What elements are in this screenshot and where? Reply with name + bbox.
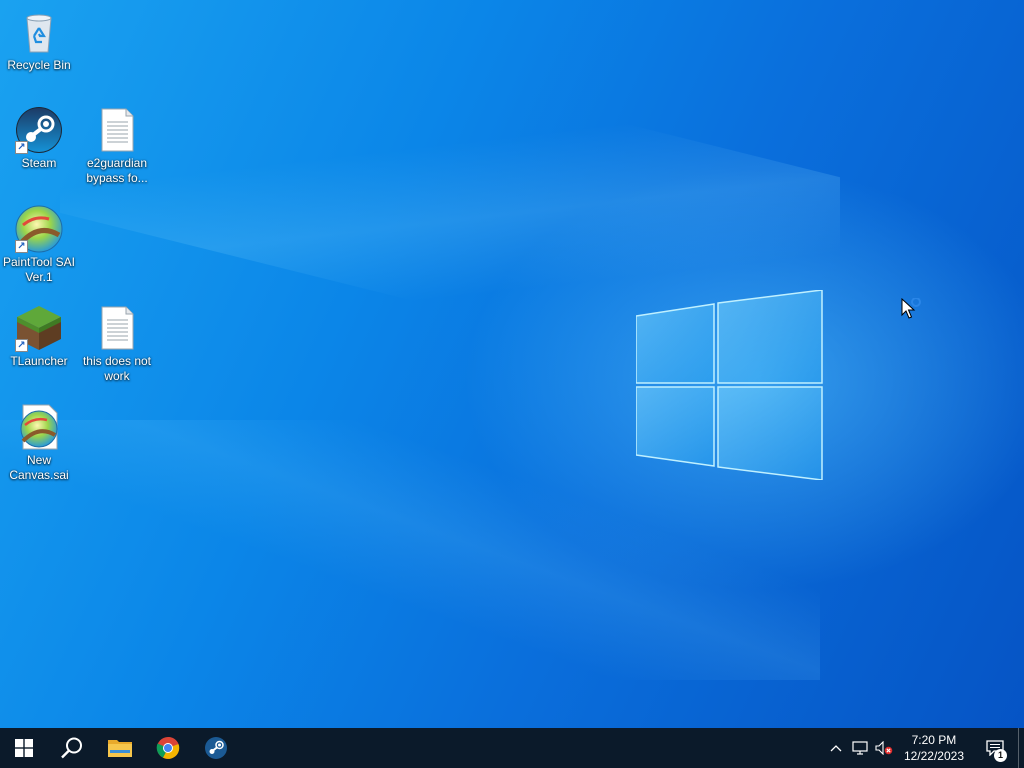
desktop-icon-label: TLauncher bbox=[10, 354, 68, 368]
chevron-up-icon bbox=[830, 745, 842, 752]
action-center-button[interactable]: 1 bbox=[972, 728, 1018, 768]
steam-icon bbox=[205, 737, 227, 759]
desktop-icon-label: Recycle Bin bbox=[7, 58, 71, 72]
search-icon bbox=[61, 737, 82, 759]
recycle-bin-icon bbox=[15, 8, 63, 56]
shortcut-arrow-icon: ↗ bbox=[15, 240, 28, 253]
windows-start-icon bbox=[15, 739, 33, 757]
network-button[interactable] bbox=[848, 728, 872, 768]
network-icon bbox=[852, 741, 868, 755]
busy-cursor-icon bbox=[901, 298, 921, 319]
taskbar: 7:20 PM 12/22/2023 1 bbox=[0, 728, 1024, 768]
volume-button[interactable] bbox=[872, 728, 896, 768]
show-hidden-icons-button[interactable] bbox=[824, 728, 848, 768]
desktop-icon-e2guardian-file[interactable]: e2guardian bypass fo... bbox=[78, 106, 156, 186]
painttool-sai-icon: ↗ bbox=[15, 205, 63, 253]
desktop-icon-label: PaintTool SAI Ver.1 bbox=[2, 255, 76, 284]
shortcut-arrow-icon: ↗ bbox=[15, 141, 28, 154]
desktop-icon-steam[interactable]: ↗ Steam bbox=[0, 106, 78, 171]
folder-icon bbox=[108, 740, 132, 757]
start-button[interactable] bbox=[0, 728, 48, 768]
clock[interactable]: 7:20 PM 12/22/2023 bbox=[896, 728, 972, 768]
taskbar-steam[interactable] bbox=[192, 728, 240, 768]
desktop-icon-label: e2guardian bypass fo... bbox=[86, 156, 148, 185]
text-document-icon bbox=[93, 106, 141, 154]
clock-time: 7:20 PM bbox=[911, 733, 957, 747]
show-desktop-button[interactable] bbox=[1018, 728, 1024, 768]
steam-icon: ↗ bbox=[15, 106, 63, 154]
shortcut-arrow-icon: ↗ bbox=[15, 339, 28, 352]
tlauncher-icon: ↗ bbox=[15, 304, 63, 352]
text-document-icon bbox=[93, 304, 141, 352]
volume-muted-icon bbox=[875, 741, 893, 755]
system-tray: 7:20 PM 12/22/2023 1 bbox=[824, 728, 1024, 768]
desktop-icon-label: New Canvas.sai bbox=[9, 453, 69, 482]
desktop-icon-this-does-not-work-file[interactable]: this does not work bbox=[78, 304, 156, 384]
desktop-icon-new-canvas-sai[interactable]: New Canvas.sai bbox=[0, 403, 78, 483]
chrome-icon bbox=[156, 736, 180, 759]
taskbar-chrome[interactable] bbox=[144, 728, 192, 768]
search-button[interactable] bbox=[48, 728, 96, 768]
clock-date: 12/22/2023 bbox=[903, 749, 964, 763]
notification-count-badge: 1 bbox=[994, 749, 1007, 762]
desktop-icon-label: this does not work bbox=[82, 354, 152, 383]
windows-logo-wallpaper bbox=[636, 290, 823, 480]
desktop-icon-painttool-sai[interactable]: ↗ PaintTool SAI Ver.1 bbox=[0, 205, 78, 285]
sai-file-icon bbox=[15, 403, 63, 451]
desktop-icon-recycle-bin[interactable]: Recycle Bin bbox=[0, 8, 78, 73]
taskbar-file-explorer[interactable] bbox=[96, 728, 144, 768]
desktop-icon-tlauncher[interactable]: ↗ TLauncher bbox=[0, 304, 78, 369]
desktop-icon-label: Steam bbox=[21, 156, 57, 170]
